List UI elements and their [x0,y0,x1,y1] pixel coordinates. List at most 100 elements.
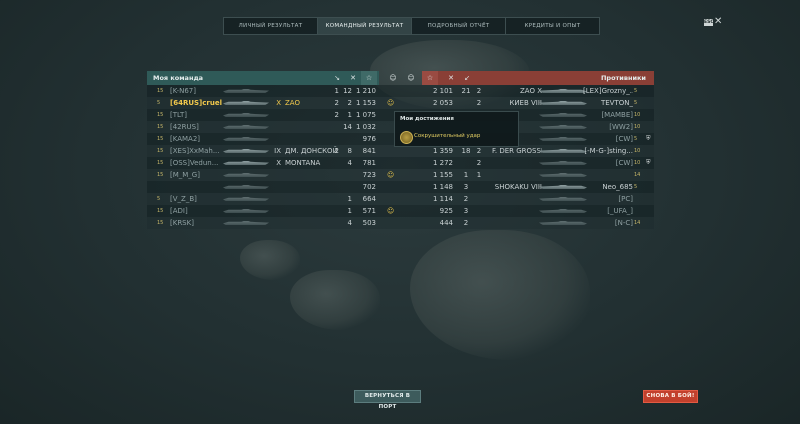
base-xp: 1 210 [355,87,376,95]
ship-silhouette-icon [539,149,587,153]
player-name[interactable]: [PC] [583,193,633,205]
star-xp-icon[interactable]: ☆ [422,71,438,85]
achievement-icon[interactable]: ☺ [387,169,395,181]
ship-silhouette-icon [223,185,269,189]
ship-kills-icon[interactable]: ↘ [329,71,345,85]
tab-detailed-report[interactable]: ПОДРОБНЫЙ ОТЧЁТ [411,17,506,35]
planes-destroyed: 1 [347,195,352,203]
table-row[interactable]: 15 [M_M_G] 723 ☺ 1 155 1 1 14 [147,169,654,181]
player-name[interactable]: [TLT] [170,109,222,121]
player-level-badge: 15 [157,172,164,178]
table-row[interactable]: 15 [KRSK] 4 503 444 2 [N-C] 14 [147,217,654,229]
player-name[interactable]: [K-N67] [170,85,222,97]
base-xp: 723 [362,171,376,179]
achievement-name: Сокрушительный удар [414,133,481,139]
player-name[interactable]: [V_Z_B] [170,193,222,205]
player-level-badge: 10 [634,112,641,118]
player-level-badge: 5 [157,196,161,202]
player-level-badge: 15 [157,112,164,118]
table-row[interactable]: 15 [OSS]Vedun... X MONTANA 4 781 1 272 2 [CW] 10… [147,157,654,169]
result-tabs: ЛИЧНЫЙ РЕЗУЛЬТАТ КОМАНДНЫЙ РЕЗУЛЬТАТ ПОД… [223,17,600,35]
planes-icon[interactable]: ✕ [345,71,361,85]
player-level-badge: 10 [634,160,641,166]
ship-name-text: КИЕВ [509,99,529,107]
player-name[interactable]: [XES]XxMah... [170,145,222,157]
base-xp: 1 114 [432,195,453,203]
ship-silhouette-icon [539,209,587,213]
table-row[interactable]: 5 [64RUS]cruel X ZAO 2 2 1 153 ☺ 2 053 2 КИЕВ VIII… [147,97,654,109]
player-level-badge: 15 [157,136,164,142]
player-name[interactable]: [ADI] [170,205,222,217]
player-name[interactable]: [KRSK] [170,217,222,229]
player-name[interactable]: [CW] [583,133,633,145]
player-name[interactable]: [WW2] [583,121,633,133]
base-xp: 1 032 [355,123,376,131]
base-xp: 1 153 [355,99,376,107]
planes-destroyed: 2 [347,99,352,107]
base-xp: 571 [362,207,376,215]
battle-again-button[interactable]: СНОВА В БОЙ! [643,390,698,403]
ship-name: ZAO X [492,85,542,97]
player-level-badge: 15 [157,148,164,154]
achievement-icon[interactable]: ☺ [403,71,419,85]
ships-destroyed: 2 [334,111,339,119]
player-name[interactable]: Neo_685 [583,181,633,193]
player-name[interactable]: [KAMA2] [170,133,222,145]
achievements-tooltip: Мои достижения Сокрушительный удар [394,111,519,147]
player-name[interactable]: [64RUS]cruel [170,97,222,109]
ship-name: КИЕВ VIII [492,97,542,109]
planes-icon[interactable]: ✕ [443,71,459,85]
close-icon[interactable]: ✕ [714,16,722,27]
player-name[interactable]: [42RUS] [170,121,222,133]
table-row[interactable]: 15 [ADI] 1 571 ☺ 925 3 [_UFA_] [147,205,654,217]
ship-silhouette-icon [539,185,587,189]
tooltip-title: Мои достижения [400,116,454,122]
ships-destroyed: 2 [476,87,482,95]
planes-destroyed: 3 [463,183,469,191]
player-name[interactable]: [-M-G-]sting... [583,145,633,157]
star-xp-icon[interactable]: ☆ [361,71,377,85]
achievement-icon[interactable]: ☺ [385,71,401,85]
base-xp: 1 075 [355,111,376,119]
achievement-icon[interactable]: ☺ [387,205,395,217]
ship-kills-icon[interactable]: ↙ [459,71,475,85]
island-rock [240,240,300,280]
base-xp: 925 [439,207,453,215]
base-xp: 976 [362,135,376,143]
tab-team-result[interactable]: КОМАНДНЫЙ РЕЗУЛЬТАТ [317,17,412,35]
table-row[interactable]: 15 [K-N67] 1 12 1 210 2 101 21 2 ZAO X [LEX]Grozn… [147,85,654,97]
achievement-icon[interactable]: ☺ [387,97,395,109]
base-xp: 664 [362,195,376,203]
player-name[interactable]: [CW] [583,157,633,169]
planes-destroyed: 4 [347,159,352,167]
ship-name: SHOKAKU VIII [492,181,542,193]
player-level-badge: 10 [634,124,641,130]
player-name[interactable]: [_UFA_] [583,205,633,217]
player-level-badge: 10 [634,148,641,154]
planes-destroyed: 12 [343,87,352,95]
ship-silhouette-icon [539,113,587,117]
esc-key-hint: ESC [704,19,714,26]
ship-silhouette-icon [539,161,587,165]
player-level-badge: 5 [634,136,638,142]
player-name[interactable]: [LEX]Grozny_... [583,85,633,97]
tab-credits-xp[interactable]: КРЕДИТЫ И ОПЫТ [505,17,600,35]
ship-name-text: ZAO [519,87,535,95]
enemies-title: Противники [600,74,646,82]
ship-silhouette-icon [539,137,587,141]
player-name[interactable]: [MAMBE] [583,109,633,121]
ships-destroyed: 2 [334,99,339,107]
clan-shield-icon: ⛨ [646,159,651,166]
player-name[interactable]: [M_M_G] [170,169,222,181]
ship-silhouette-icon [223,137,269,141]
player-name[interactable]: [OSS]Vedun... [170,157,222,169]
tab-personal-result[interactable]: ЛИЧНЫЙ РЕЗУЛЬТАТ [223,17,318,35]
player-name[interactable]: TEVTON_ [583,97,633,109]
player-name[interactable]: [N-C] [583,217,633,229]
return-to-port-button[interactable]: ВЕРНУТЬСЯ В ПОРТ [354,390,421,410]
base-xp: 781 [362,159,376,167]
ship-silhouette-icon [539,197,587,201]
ship-silhouette-icon [223,173,269,177]
table-row[interactable]: 5 [V_Z_B] 1 664 1 114 2 [PC] [147,193,654,205]
table-row[interactable]: 702 1 148 3 SHOKAKU VIII Neo_685 5 [147,181,654,193]
